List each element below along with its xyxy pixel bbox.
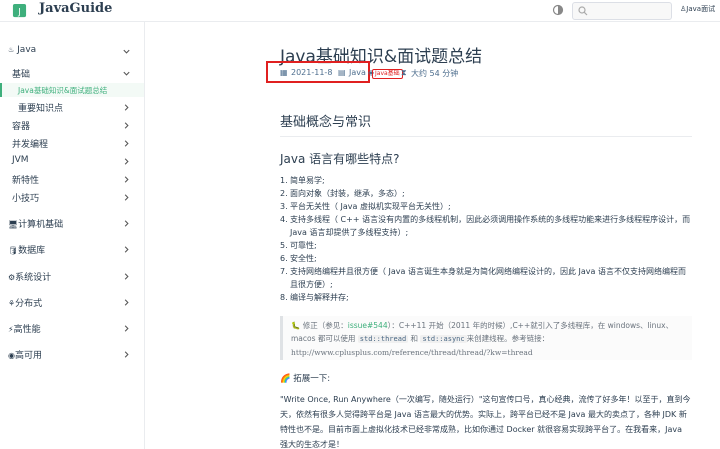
sidebar-item-java-basics-summary[interactable]: Java基础知识&面试题总结	[0, 83, 144, 97]
chevron-right-icon	[124, 299, 129, 306]
calendar-icon: ▦	[280, 68, 288, 77]
sidebar-item-label: 小技巧	[12, 194, 40, 204]
list-item: 3. 平台无关性（ Java 虚拟机实现平台无关性）;	[280, 202, 451, 211]
article-category[interactable]: Java	[349, 68, 366, 77]
sidebar-item-concurrency[interactable]: 并发编程	[0, 136, 144, 150]
hourglass-icon: ⧗	[401, 68, 407, 77]
chevron-right-icon	[124, 158, 129, 165]
sidebar-item-new-features[interactable]: 新特性	[0, 172, 144, 186]
database-icon: 🛢	[8, 246, 19, 255]
svg-text:J: J	[17, 6, 20, 16]
sidebar-item-distributed[interactable]: ⚘分布式	[0, 294, 144, 310]
theme-toggle-icon[interactable]	[552, 4, 564, 16]
chevron-right-icon	[124, 273, 129, 280]
navbar: J JavaGuide ♙Java面试	[0, 0, 720, 22]
sidebar-item-label: 容器	[12, 122, 31, 132]
chevron-right-icon	[124, 351, 129, 358]
inline-code: std::async	[420, 335, 467, 343]
sidebar-item-label: 🖥计算机基础	[8, 220, 64, 230]
sidebar-item-high-performance[interactable]: ⚡高性能	[0, 320, 144, 336]
sidebar-item-label: ⚙系统设计	[8, 273, 52, 283]
sidebar-item-label: 新特性	[12, 176, 40, 186]
chevron-right-icon	[124, 140, 129, 147]
list-item: 6. 安全性;	[280, 254, 317, 263]
computer-icon: 🖥	[8, 220, 19, 229]
category-icon: ▤	[338, 68, 346, 77]
main-content: Java基础知识&面试题总结 ▦ 2021-11-8 ▤ Java ◈ Java…	[146, 22, 720, 449]
sidebar-item-label: 基础	[12, 70, 31, 80]
sidebar-item-important-points[interactable]: 重要知识点	[0, 100, 144, 114]
sidebar-item-label: Java基础知识&面试题总结	[18, 86, 108, 95]
sidebar-item-jvm[interactable]: JVM	[0, 154, 144, 168]
section-heading: 基础概念与常识	[280, 111, 692, 137]
sidebar-item-basics[interactable]: 基础	[0, 66, 144, 80]
sidebar-item-label: ⚘分布式	[8, 299, 43, 309]
feature-list: 1. 简单易学; 2. 面向对象（封装，继承，多态）; 3. 平台无关性（ Java …	[280, 174, 692, 304]
nav-link-java-interview[interactable]: ♙Java面试	[680, 4, 715, 14]
sidebar-item-high-availability[interactable]: ◉高可用	[0, 346, 144, 362]
sidebar-item-cs-basics[interactable]: 🖥计算机基础	[0, 215, 144, 231]
search-icon	[578, 6, 588, 16]
sidebar-item-label: ♨ Java	[8, 45, 37, 55]
inline-code: std::thread	[357, 335, 409, 343]
reference-link[interactable]: http://www.cplusplus.com/reference/threa…	[291, 348, 533, 357]
list-item: 7. 支持网络编程并且很方便（ Java 语言诞生本身就是为简化网络编程设计的，因…	[280, 267, 686, 289]
sidebar-item-label: JVM	[12, 155, 29, 165]
site-title[interactable]: JavaGuide	[39, 1, 112, 16]
sidebar-item-label: 重要知识点	[18, 104, 64, 114]
subsection-heading: Java 语言有哪些特点?	[280, 152, 400, 166]
sidebar-item-database[interactable]: 🛢数据库	[0, 241, 144, 257]
correction-note: 🐛 修正（参见：issue#544）：C++11 开始（2011 年的时候）,C…	[280, 316, 692, 360]
list-item: 2. 面向对象（封装，继承，多态）;	[280, 189, 405, 198]
sidebar-item-label: ⚡高性能	[8, 325, 41, 335]
list-item: 4. 支持多线程（ C++ 语言没有内置的多线程机制，因此必须调用操作系统的多线程…	[280, 215, 691, 237]
article-tag[interactable]: Java基础	[372, 69, 403, 79]
sidebar-item-java[interactable]: ♨ Java	[0, 44, 144, 58]
availability-icon: ◉	[8, 351, 15, 360]
rainbow-icon: 🌈	[280, 374, 291, 384]
chevron-right-icon	[124, 246, 129, 253]
sidebar-item-label: 并发编程	[12, 140, 49, 150]
extend-heading: 🌈 拓展一下:	[280, 374, 331, 384]
chevron-right-icon	[124, 122, 129, 129]
sidebar-item-tips[interactable]: 小技巧	[0, 190, 144, 204]
chevron-right-icon	[124, 325, 129, 332]
chevron-right-icon	[124, 176, 129, 183]
java-icon: ♨	[8, 46, 15, 54]
issue-link[interactable]: issue#544	[348, 321, 388, 330]
chevron-right-icon	[124, 194, 129, 201]
bug-icon: 🐛	[291, 321, 301, 330]
chevron-right-icon	[124, 104, 129, 111]
chevron-down-icon	[123, 49, 130, 54]
chevron-down-icon	[123, 71, 130, 76]
list-item: 1. 简单易学;	[280, 176, 325, 185]
sidebar: ♨ Java 基础 Java基础知识&面试题总结 重要知识点 容器 并发编程 J…	[0, 22, 145, 449]
sidebar-item-collections[interactable]: 容器	[0, 118, 144, 132]
list-item: 8. 编译与解释并存;	[280, 293, 349, 302]
sidebar-item-system-design[interactable]: ⚙系统设计	[0, 268, 144, 284]
search-input[interactable]	[572, 2, 672, 20]
list-item: 5. 可靠性;	[280, 241, 317, 250]
sidebar-item-label: 🛢数据库	[8, 246, 46, 256]
logo-icon[interactable]: J	[12, 3, 27, 18]
active-indicator	[0, 83, 2, 97]
chevron-right-icon	[124, 220, 129, 227]
reading-time-text: 大约 54 分钟	[411, 69, 459, 78]
paragraph: "Write Once, Run Anywhere（一次编写，随处运行）"这句宣…	[280, 395, 691, 449]
article-date: 2021-11-8	[291, 68, 333, 77]
sidebar-item-label: ◉高可用	[8, 351, 42, 361]
